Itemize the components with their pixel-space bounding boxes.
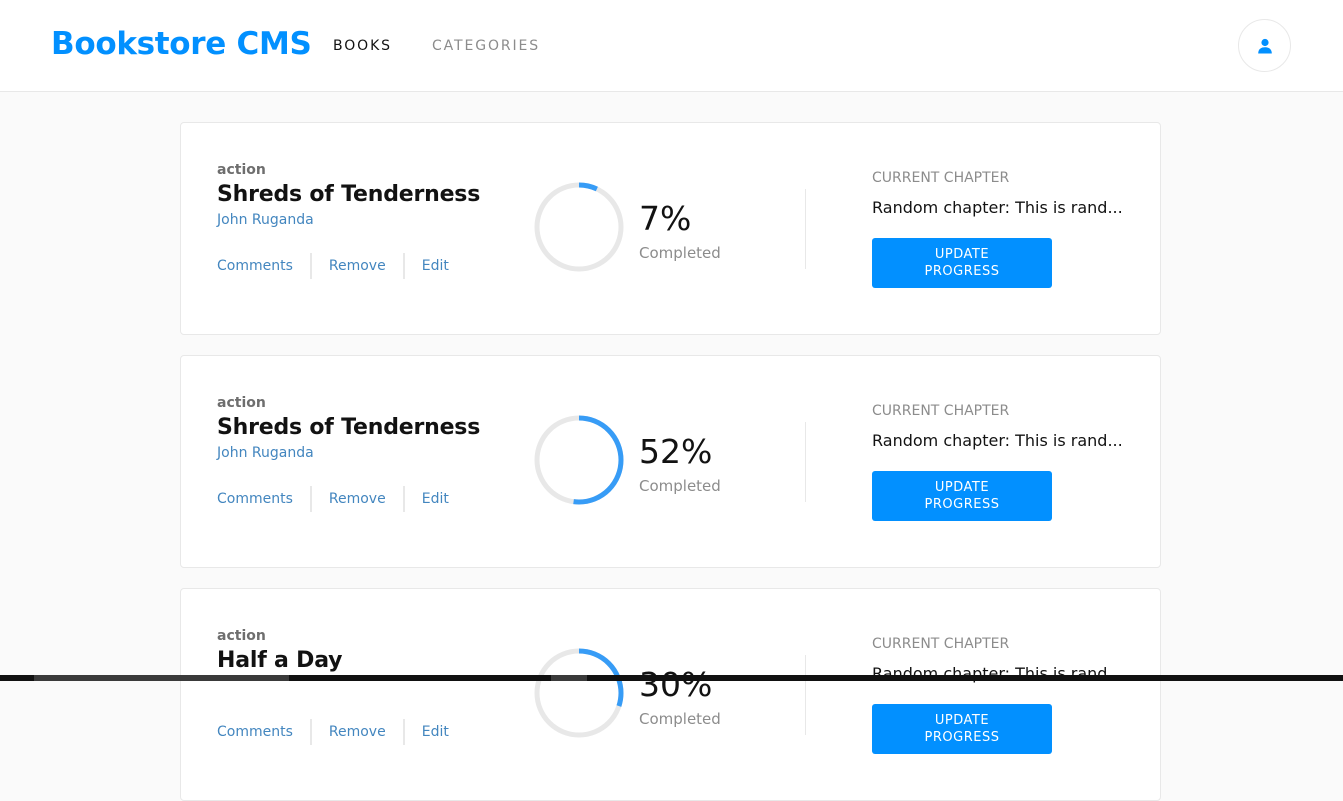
book-actions: Comments Remove Edit	[217, 486, 449, 512]
book-genre: action	[217, 628, 266, 644]
remove-button[interactable]: Remove	[329, 491, 386, 507]
user-profile-button[interactable]	[1238, 19, 1291, 72]
brand-logo[interactable]: Bookstore CMS	[51, 26, 312, 62]
update-progress-button[interactable]: UPDATE PROGRESS	[872, 238, 1052, 288]
edit-button[interactable]: Edit	[422, 258, 449, 274]
comments-button[interactable]: Comments	[217, 491, 293, 507]
book-author[interactable]: John Ruganda	[217, 445, 314, 461]
current-chapter-label: CURRENT CHAPTER	[872, 403, 1010, 419]
current-chapter-name: Random chapter: This is rand...	[872, 431, 1123, 450]
comments-button[interactable]: Comments	[217, 258, 293, 274]
progress-percent: 52%	[639, 432, 713, 471]
comments-button[interactable]: Comments	[217, 724, 293, 740]
update-progress-button[interactable]: UPDATE PROGRESS	[872, 704, 1052, 754]
progress-ring	[534, 648, 624, 738]
section-divider	[805, 189, 806, 269]
edit-button[interactable]: Edit	[422, 724, 449, 740]
progress-ring	[534, 415, 624, 505]
action-divider	[402, 253, 405, 279]
current-chapter-label: CURRENT CHAPTER	[872, 170, 1010, 186]
progress-completed-label: Completed	[639, 477, 721, 495]
update-progress-button[interactable]: UPDATE PROGRESS	[872, 471, 1052, 521]
book-author[interactable]: John Ruganda	[217, 212, 314, 228]
main-nav: BOOKS CATEGORIES	[333, 38, 580, 54]
book-title: Shreds of Tenderness	[217, 182, 481, 207]
action-divider	[309, 486, 312, 512]
action-divider	[402, 486, 405, 512]
nav-categories[interactable]: CATEGORIES	[432, 38, 540, 54]
update-progress-label: UPDATE PROGRESS	[924, 480, 1000, 512]
book-card: action Shreds of Tenderness John Ruganda…	[180, 355, 1161, 568]
progress-completed-label: Completed	[639, 244, 721, 262]
book-title: Half a Day	[217, 648, 343, 673]
progress-percent: 30%	[639, 665, 713, 704]
action-divider	[309, 719, 312, 745]
nav-books[interactable]: BOOKS	[333, 38, 392, 54]
book-genre: action	[217, 395, 266, 411]
action-divider	[309, 253, 312, 279]
book-title: Shreds of Tenderness	[217, 415, 481, 440]
update-progress-label: UPDATE PROGRESS	[924, 247, 1000, 279]
book-actions: Comments Remove Edit	[217, 719, 449, 745]
book-card: action Half a Day Comments Remove Edit 3…	[180, 588, 1161, 801]
remove-button[interactable]: Remove	[329, 724, 386, 740]
progress-track	[534, 182, 624, 272]
update-progress-label: UPDATE PROGRESS	[924, 713, 1000, 745]
action-divider	[402, 719, 405, 745]
user-icon	[1257, 38, 1272, 53]
remove-button[interactable]: Remove	[329, 258, 386, 274]
progress-ring	[534, 182, 624, 272]
top-navbar: Bookstore CMS BOOKS CATEGORIES	[0, 0, 1343, 92]
edit-button[interactable]: Edit	[422, 491, 449, 507]
book-actions: Comments Remove Edit	[217, 253, 449, 279]
section-divider	[805, 655, 806, 735]
book-genre: action	[217, 162, 266, 178]
current-chapter-name: Random chapter: This is rand...	[872, 198, 1123, 217]
taskbar-segment	[34, 675, 289, 681]
book-card: action Shreds of Tenderness John Ruganda…	[180, 122, 1161, 335]
progress-percent: 7%	[639, 199, 692, 238]
current-chapter-label: CURRENT CHAPTER	[872, 636, 1010, 652]
taskbar-segment	[551, 675, 587, 681]
progress-completed-label: Completed	[639, 710, 721, 728]
section-divider	[805, 422, 806, 502]
